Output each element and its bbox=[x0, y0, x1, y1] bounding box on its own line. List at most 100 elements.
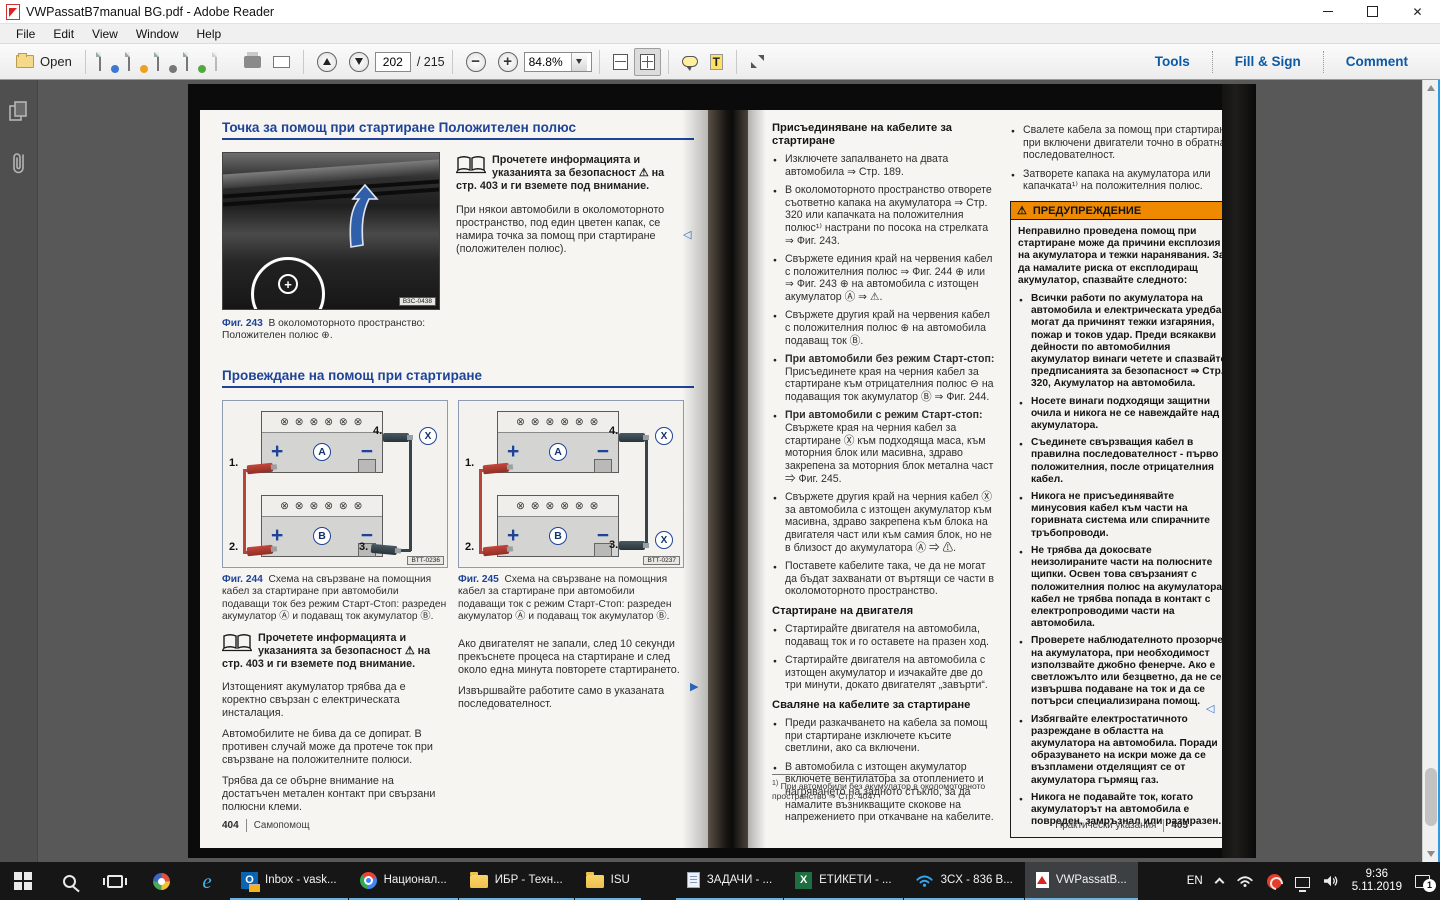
page-nav-back-icon[interactable]: ◁ bbox=[683, 228, 691, 241]
warning-item: Избягвайте електростатичното разреждане … bbox=[1018, 714, 1230, 787]
notepad-icon bbox=[687, 872, 700, 888]
paragraph: Извършвайте работите само в указаната по… bbox=[458, 685, 684, 711]
left-page-footer: 404 Самопомощ bbox=[222, 819, 310, 832]
create-pdf-button[interactable] bbox=[122, 48, 151, 76]
warning-intro: Неправилно проведена помощ при стартиран… bbox=[1018, 226, 1230, 287]
fit-width-button[interactable] bbox=[607, 48, 634, 76]
menu-file[interactable]: File bbox=[8, 25, 43, 43]
menu-view[interactable]: View bbox=[84, 25, 126, 43]
page-count-label: / 215 bbox=[417, 55, 445, 69]
previous-page-button[interactable] bbox=[311, 48, 343, 76]
taskbar-adobe-reader[interactable]: VWPassatB... bbox=[1025, 862, 1138, 900]
menu-window[interactable]: Window bbox=[128, 25, 187, 43]
step-item: Поставете кабелите така, че да не могат … bbox=[772, 560, 996, 598]
taskbar-excel[interactable]: X ЕТИКЕТИ - ... bbox=[784, 862, 902, 900]
figure-code: BTT-0237 bbox=[643, 556, 680, 565]
taskbar-outlook[interactable]: O Inbox - vask... bbox=[230, 862, 348, 900]
notification-count-badge: 1 bbox=[1423, 879, 1436, 892]
taskbar-3cx[interactable]: 3CX - 836 B... bbox=[904, 862, 1024, 900]
paragraph: Ако двигателят не запали, след 10 секунд… bbox=[458, 638, 684, 677]
step-item: Свържете другия край на черния кабел Ⓧ з… bbox=[772, 491, 996, 555]
cloud-upload-button[interactable] bbox=[180, 48, 209, 76]
maximize-button[interactable] bbox=[1350, 0, 1395, 23]
taskbar-chrome[interactable]: Национал... bbox=[349, 862, 458, 900]
step-item: В околомоторното пространство отворете с… bbox=[772, 184, 996, 248]
fullscreen-button[interactable] bbox=[744, 48, 771, 76]
attachments-paperclip-icon[interactable] bbox=[0, 144, 38, 184]
zoom-out-button[interactable]: − bbox=[460, 48, 492, 76]
warning-item: Съединете свързващия кабел в правилна по… bbox=[1018, 437, 1230, 486]
navigation-sidebar bbox=[0, 80, 38, 862]
sign-button[interactable] bbox=[151, 48, 180, 76]
zoom-dropdown-arrow[interactable] bbox=[571, 53, 587, 71]
folder-icon bbox=[470, 875, 488, 888]
sticky-note-button[interactable] bbox=[676, 48, 704, 76]
network-tray-icon[interactable] bbox=[1295, 877, 1310, 888]
page-number-input[interactable] bbox=[375, 52, 411, 72]
warning-item: Никога не присъединявайте минусовия кабе… bbox=[1018, 491, 1230, 540]
paragraph: Трябва да се обърне внимание на достатъч… bbox=[222, 775, 450, 814]
page-thumbnails-icon[interactable] bbox=[0, 92, 38, 132]
wifi-tray-icon[interactable] bbox=[1236, 874, 1254, 888]
vertical-scrollbar[interactable] bbox=[1422, 80, 1438, 862]
outlook-icon: O bbox=[241, 872, 258, 889]
volume-tray-icon[interactable] bbox=[1323, 874, 1339, 888]
action-center-icon[interactable]: 1 bbox=[1415, 875, 1430, 888]
export-pdf-button[interactable] bbox=[93, 48, 122, 76]
section-heading-jump-start: Провеждане на помощ при стартиране bbox=[222, 368, 694, 383]
fig244-diagram: ⊗ ⊗ ⊗ ⊗ ⊗ ⊗ + A − ⊗ ⊗ ⊗ ⊗ ⊗ ⊗ + B − bbox=[222, 400, 448, 568]
task-view-button[interactable] bbox=[92, 862, 138, 900]
menu-help[interactable]: Help bbox=[189, 25, 230, 43]
page-nav-back-icon[interactable]: ◁ bbox=[1206, 702, 1214, 715]
subheading-remove-cables: Сваляне на кабелите за стартиране bbox=[772, 699, 996, 712]
fit-page-button[interactable] bbox=[634, 48, 661, 76]
minimize-button[interactable] bbox=[1305, 0, 1350, 23]
show-hidden-icons-chevron[interactable] bbox=[1214, 878, 1224, 888]
excel-icon: X bbox=[795, 872, 812, 889]
subheading-start-engine: Стартиране на двигателя bbox=[772, 605, 996, 618]
read-book-icon bbox=[222, 633, 252, 652]
zoom-in-button[interactable]: + bbox=[492, 48, 524, 76]
taskbar-notepad[interactable]: ЗАДАЧИ - ... bbox=[676, 862, 783, 900]
comment-panel-button[interactable]: Comment bbox=[1324, 54, 1430, 69]
battery-b-label: B bbox=[313, 527, 331, 545]
warning-item: Проверете наблюдателното прозорче на аку… bbox=[1018, 635, 1230, 708]
save-button[interactable] bbox=[209, 48, 238, 76]
paint-taskbar-icon[interactable] bbox=[138, 862, 184, 900]
start-button[interactable] bbox=[0, 862, 46, 900]
ground-point-x: X bbox=[419, 427, 437, 445]
menu-bar: File Edit View Window Help bbox=[0, 24, 1440, 44]
tools-panel-button[interactable]: Tools bbox=[1133, 54, 1212, 69]
scrollbar-thumb[interactable] bbox=[1425, 768, 1437, 826]
next-page-button[interactable] bbox=[343, 48, 375, 76]
adobe-reader-app-icon bbox=[6, 4, 20, 20]
scroll-up-button[interactable] bbox=[1423, 80, 1439, 96]
highlight-text-button[interactable]: T bbox=[704, 48, 729, 76]
menu-edit[interactable]: Edit bbox=[45, 25, 82, 43]
document-workspace: Точка за помощ при стартиране Положителе… bbox=[0, 80, 1440, 862]
open-folder-icon bbox=[16, 55, 34, 68]
language-indicator[interactable]: EN bbox=[1187, 875, 1203, 887]
positive-terminal-callout: + bbox=[251, 257, 325, 310]
antivirus-tray-icon[interactable] bbox=[1267, 874, 1282, 889]
open-button[interactable]: Open bbox=[10, 48, 78, 76]
warning-item: Всички работи по акумулатора на автомоби… bbox=[1018, 293, 1230, 391]
close-button[interactable]: ✕ bbox=[1395, 0, 1440, 23]
taskbar-folder-isu[interactable]: ISU bbox=[575, 862, 641, 900]
folder-icon bbox=[586, 875, 604, 888]
tray-clock[interactable]: 9:36 5.11.2019 bbox=[1352, 868, 1402, 895]
search-button[interactable] bbox=[46, 862, 92, 900]
internet-explorer-taskbar-icon[interactable]: e bbox=[184, 862, 230, 900]
page-nav-forward-icon[interactable]: ▶ bbox=[690, 680, 698, 693]
system-tray: EN 9:36 5.11.2019 1 bbox=[1187, 862, 1440, 900]
step-item: При автомобили без режим Старт-стоп: При… bbox=[772, 353, 996, 404]
warning-header: ⚠ ПРЕДУПРЕЖДЕНИЕ bbox=[1011, 202, 1237, 220]
warning-item: Носете винаги подходящи защитни очила и … bbox=[1018, 396, 1230, 433]
fill-sign-panel-button[interactable]: Fill & Sign bbox=[1213, 54, 1323, 69]
zoom-level-select[interactable]: 84.8% bbox=[524, 52, 592, 72]
print-button[interactable] bbox=[238, 48, 267, 76]
taskbar-folder-ibr[interactable]: ИБР - Техн... bbox=[459, 862, 574, 900]
scroll-down-button[interactable] bbox=[1423, 846, 1439, 862]
paragraph: Изтощеният акумулатор трябва да е корект… bbox=[222, 681, 450, 720]
email-button[interactable] bbox=[267, 48, 296, 76]
